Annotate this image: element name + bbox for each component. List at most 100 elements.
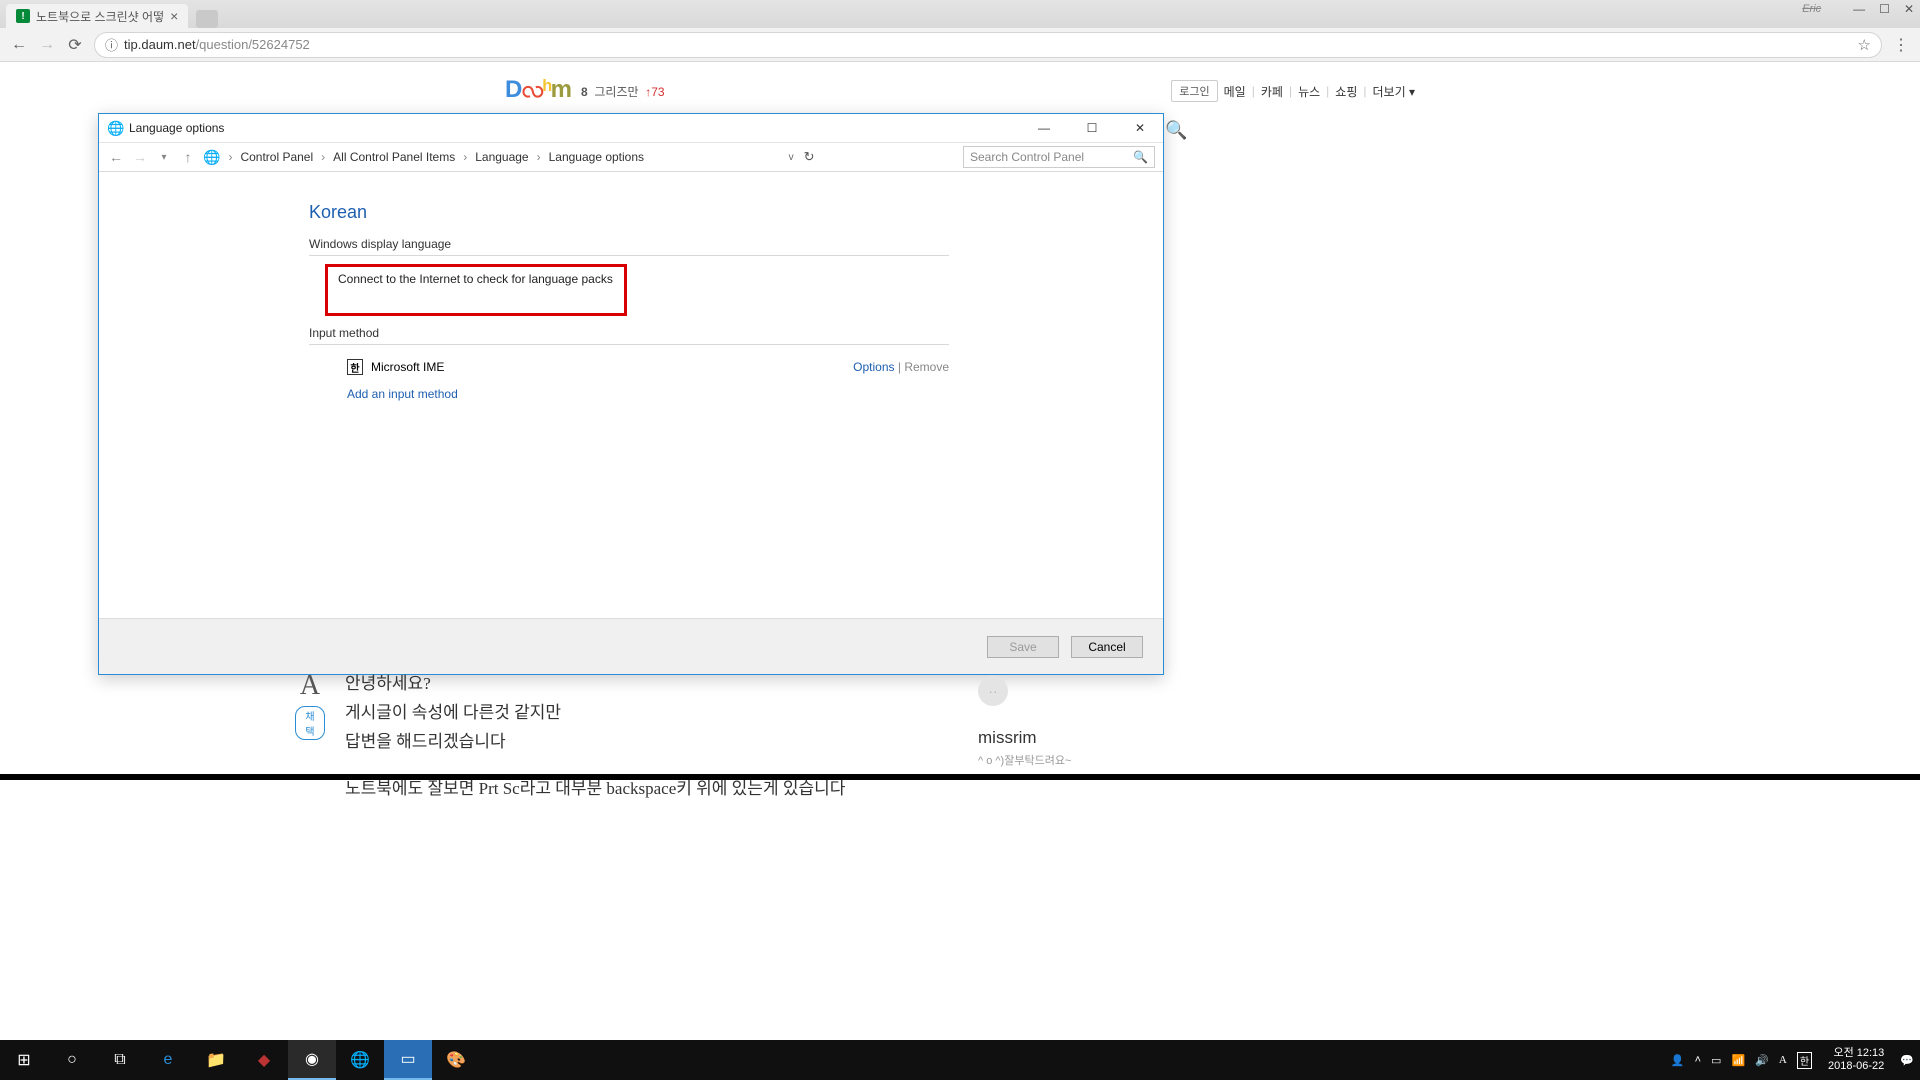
action-center-icon[interactable]: 💬 <box>1900 1054 1914 1067</box>
answer-avatar-icon: A <box>295 670 325 702</box>
tray-ime-a-icon[interactable]: A <box>1779 1054 1787 1066</box>
answer-line: 안녕하세요? <box>345 670 845 699</box>
tab-favicon-icon: ! <box>16 9 30 23</box>
ime-label: Microsoft IME <box>371 360 444 374</box>
user-avatar-icon: ·· <box>978 676 1008 706</box>
window-minimize-icon[interactable]: — <box>1853 2 1865 16</box>
taskbar-clock[interactable]: 오전 12:13 2018-06-22 <box>1822 1047 1890 1073</box>
cp-minimize-icon[interactable]: — <box>1029 121 1059 135</box>
chrome-tab-strip: ! 노트북으로 스크린샷 어떻 × Eric — ☐ ✕ <box>0 0 1920 28</box>
daum-nav-more[interactable]: 더보기 ▾ <box>1373 83 1415 100</box>
task-view-icon[interactable]: ⧉ <box>96 1040 144 1080</box>
nav-reload-icon[interactable]: ⟳ <box>66 35 84 55</box>
ticker-change: ↑73 <box>645 85 664 99</box>
window-maximize-icon[interactable]: ☐ <box>1879 2 1890 16</box>
system-tray: 👤 ˄ ▭ 📶 🔊 A 한 오전 12:13 2018-06-22 💬 <box>1671 1047 1920 1073</box>
display-language-section-label: Windows display language <box>309 237 949 256</box>
tray-wifi-icon[interactable]: 📶 <box>1731 1054 1745 1067</box>
cp-forward-icon: → <box>131 149 149 165</box>
daum-nav-mail[interactable]: 메일 <box>1224 83 1246 100</box>
language-heading: Korean <box>309 202 949 223</box>
taskbar-control-panel-icon[interactable]: ▭ <box>384 1040 432 1080</box>
daum-nav-shop[interactable]: 쇼핑 <box>1335 83 1357 100</box>
breadcrumb-item[interactable]: Language <box>475 150 528 164</box>
cp-search-placeholder: Search Control Panel <box>970 150 1084 164</box>
url-path: /question/52624752 <box>196 37 310 52</box>
taskbar-chrome-icon[interactable]: ◉ <box>288 1040 336 1080</box>
breadcrumb-item[interactable]: Language options <box>549 150 644 164</box>
chrome-user-label[interactable]: Eric <box>1802 3 1821 15</box>
cp-footer: Save Cancel <box>99 618 1163 674</box>
search-icon: 🔍 <box>1133 150 1148 164</box>
taskbar-app-icon[interactable]: ◆ <box>240 1040 288 1080</box>
accepted-badge: 채택 <box>295 706 325 740</box>
daum-login-button[interactable]: 로그인 <box>1171 80 1217 102</box>
cp-close-icon[interactable]: ✕ <box>1125 121 1155 135</box>
browser-tab[interactable]: ! 노트북으로 스크린샷 어떻 × <box>6 4 188 28</box>
tray-people-icon[interactable]: 👤 <box>1671 1054 1685 1067</box>
tab-close-icon[interactable]: × <box>170 8 178 24</box>
connect-internet-message: Connect to the Internet to check for lan… <box>325 264 627 316</box>
cp-title-label: Language options <box>129 121 224 135</box>
ticker-name: 그리즈만 <box>594 85 638 99</box>
daum-nav-news[interactable]: 뉴스 <box>1298 83 1320 100</box>
tray-volume-icon[interactable]: 🔊 <box>1755 1054 1769 1067</box>
breadcrumb-item[interactable]: Control Panel <box>240 150 313 164</box>
answer-avatar: A 채택 <box>295 670 325 804</box>
cp-back-icon[interactable]: ← <box>107 149 125 165</box>
taskbar-explorer-icon[interactable]: 📁 <box>192 1040 240 1080</box>
chrome-menu-icon[interactable]: ⋮ <box>1892 35 1910 55</box>
connect-internet-text: Connect to the Internet to check for lan… <box>338 272 613 286</box>
chrome-window-controls: Eric — ☐ ✕ <box>1802 2 1914 16</box>
daum-search-icon[interactable]: 🔍 <box>1165 120 1187 141</box>
daum-nav-cafe[interactable]: 카페 <box>1261 83 1283 100</box>
window-close-icon[interactable]: ✕ <box>1904 2 1914 16</box>
taskbar-search-icon[interactable]: ○ <box>48 1040 96 1080</box>
ticker-rank: 8 <box>581 85 588 99</box>
answerer-name[interactable]: missrim <box>978 728 1178 748</box>
taskbar-app2-icon[interactable]: 🌐 <box>336 1040 384 1080</box>
answer-line: 게시글이 속성에 다른것 같지만 <box>345 699 845 728</box>
cp-search-input[interactable]: Search Control Panel 🔍 <box>963 146 1155 168</box>
add-input-method-link[interactable]: Add an input method <box>347 387 949 401</box>
taskbar-edge-icon[interactable]: e <box>144 1040 192 1080</box>
cancel-button[interactable]: Cancel <box>1071 636 1143 658</box>
start-button[interactable]: ⊞ <box>0 1040 48 1080</box>
cp-nav-bar: ← → ▾ ↑ 🌐 ›Control Panel ›All Control Pa… <box>99 142 1163 172</box>
answer-line: 답변을 해드리겠습니다 <box>345 728 845 757</box>
cp-history-dropdown-icon[interactable]: ▾ <box>155 152 173 163</box>
bookmark-star-icon[interactable]: ☆ <box>1858 36 1871 54</box>
url-host: tip.daum.net <box>124 37 196 52</box>
nav-forward-icon: → <box>38 36 56 54</box>
tray-ime-han-icon[interactable]: 한 <box>1797 1052 1812 1069</box>
cp-maximize-icon[interactable]: ☐ <box>1077 121 1107 135</box>
breadcrumb-item[interactable]: All Control Panel Items <box>333 150 455 164</box>
daum-header: Dလʰm 8 그리즈만 ↑73 로그인 메일| 카페| 뉴스| 쇼핑| 더보기 … <box>505 62 1415 112</box>
cp-breadcrumb-icon[interactable]: 🌐 <box>203 149 220 166</box>
site-info-icon[interactable]: ⓘ <box>105 35 118 54</box>
ime-options-link[interactable]: Options <box>853 360 894 374</box>
ime-remove-link: Remove <box>904 360 949 374</box>
cp-up-icon[interactable]: ↑ <box>179 149 197 165</box>
cp-titlebar[interactable]: 🌐 Language options — ☐ ✕ <box>99 114 1163 142</box>
ime-badge-icon: 한 <box>347 359 363 375</box>
divider <box>0 774 1920 780</box>
address-bar[interactable]: ⓘ tip.daum.net/question/52624752 ☆ <box>94 32 1882 58</box>
nav-back-icon[interactable]: ← <box>10 36 28 54</box>
tab-title: 노트북으로 스크린샷 어떻 <box>36 8 164 25</box>
tray-chevron-icon[interactable]: ˄ <box>1695 1054 1701 1066</box>
taskbar-paint-icon[interactable]: 🎨 <box>432 1040 480 1080</box>
tray-battery-icon[interactable]: ▭ <box>1711 1054 1721 1067</box>
clock-date: 2018-06-22 <box>1828 1060 1884 1073</box>
daum-ticker[interactable]: 8 그리즈만 ↑73 <box>581 83 665 100</box>
clock-time: 오전 12:13 <box>1828 1047 1884 1060</box>
cp-refresh-icon[interactable]: ↻ <box>804 149 815 165</box>
new-tab-button[interactable] <box>196 10 218 28</box>
control-panel-window: 🌐 Language options — ☐ ✕ ← → ▾ ↑ 🌐 ›Cont… <box>98 113 1164 675</box>
answer-text: 안녕하세요? 게시글이 속성에 다른것 같지만 답변을 해드리겠습니다 노트북에… <box>345 670 845 804</box>
answerer-status: ^ o ^)잘부탁드려요~ <box>978 752 1178 768</box>
daum-nav: 로그인 메일| 카페| 뉴스| 쇼핑| 더보기 ▾ <box>1171 80 1415 102</box>
daum-logo[interactable]: Dလʰm <box>505 73 571 109</box>
breadcrumb-dropdown-icon[interactable]: v <box>789 152 794 163</box>
save-button: Save <box>987 636 1059 658</box>
